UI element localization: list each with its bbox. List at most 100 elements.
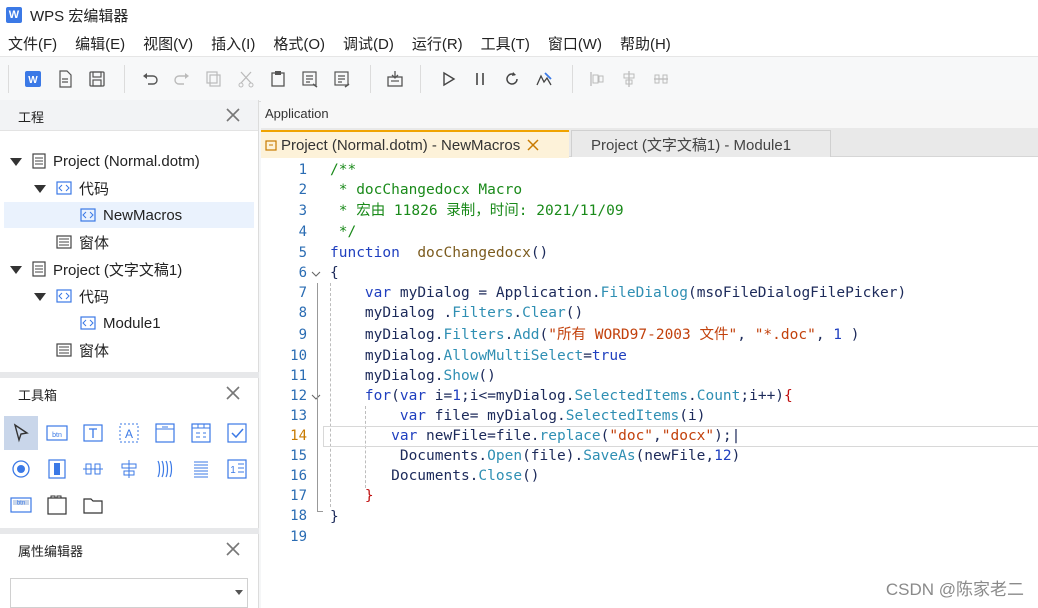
fold-guide-end xyxy=(317,511,323,512)
image-tool[interactable] xyxy=(150,454,180,484)
menu-view[interactable]: 视图(V) xyxy=(143,33,193,54)
code-line: for(var i=1;i<=myDialog.SelectedItems.Co… xyxy=(364,388,793,404)
project-panel: 工程 Project (Normal.dotm) 代码 NewMacros 窗体 xyxy=(0,100,259,372)
tab-label: Project (Normal.dotm) - NewMacros xyxy=(281,136,521,154)
menu-run[interactable]: 运行(R) xyxy=(412,33,463,54)
line-number: 4 xyxy=(298,224,307,240)
fold-toggle-icon[interactable] xyxy=(311,264,321,284)
close-icon[interactable] xyxy=(224,540,242,558)
save-button[interactable] xyxy=(86,68,108,90)
menu-help[interactable]: 帮助(H) xyxy=(620,33,671,54)
folder-tool[interactable] xyxy=(78,490,108,520)
expand-arrow-icon[interactable] xyxy=(34,293,46,301)
label-tool[interactable]: A xyxy=(114,418,144,448)
close-tab-icon[interactable] xyxy=(526,138,540,152)
panel-splitter[interactable] xyxy=(0,528,259,534)
expand-arrow-icon[interactable] xyxy=(34,185,46,193)
code-line: } xyxy=(330,509,339,525)
option-button-tool[interactable] xyxy=(6,454,36,484)
tree-item-module1[interactable]: Module1 xyxy=(80,310,161,336)
design-mode-button[interactable] xyxy=(533,68,555,90)
uncomment-block-icon xyxy=(334,71,350,88)
scrollbar-tool[interactable] xyxy=(42,454,72,484)
import-button[interactable] xyxy=(54,68,76,90)
undo-icon xyxy=(143,73,158,85)
run-button[interactable] xyxy=(437,68,459,90)
tree-item-forms-folder[interactable]: 窗体 xyxy=(56,229,109,255)
fold-toggle-icon[interactable] xyxy=(311,387,321,407)
listbox-tool[interactable] xyxy=(186,454,216,484)
checkbox-tool[interactable] xyxy=(222,418,252,448)
align-center-icon xyxy=(623,71,635,87)
copy-button[interactable] xyxy=(203,68,225,90)
code-line: } xyxy=(364,488,374,504)
align-center-button[interactable] xyxy=(618,68,640,90)
code-line: myDialog.Filters.Add("所有 WORD97-2003 文件"… xyxy=(364,327,860,343)
cut-button[interactable] xyxy=(235,68,257,90)
menu-file[interactable]: 文件(F) xyxy=(8,33,57,54)
code-line: var myDialog = Application.FileDialog(ms… xyxy=(364,285,907,301)
reset-button[interactable] xyxy=(501,68,523,90)
code-line: { xyxy=(330,265,339,281)
panel-splitter[interactable] xyxy=(0,372,259,378)
project-icon xyxy=(32,153,46,169)
menu-format[interactable]: 格式(O) xyxy=(273,33,325,54)
editor-tabs: Project (Normal.dotm) - NewMacros Projec… xyxy=(261,128,1038,158)
align-distribute-button[interactable] xyxy=(650,68,672,90)
expand-arrow-icon[interactable] xyxy=(10,266,22,274)
pause-icon xyxy=(476,73,484,85)
comment-button[interactable] xyxy=(299,68,321,90)
object-select-dropdown[interactable] xyxy=(10,578,248,608)
menu-edit[interactable]: 编辑(E) xyxy=(75,33,125,54)
command-button-tool[interactable]: btn xyxy=(42,418,72,448)
multipage-tool[interactable] xyxy=(186,418,216,448)
tree-item-forms-folder[interactable]: 窗体 xyxy=(56,337,109,363)
spin-button-tool[interactable] xyxy=(78,454,108,484)
uncomment-button[interactable] xyxy=(331,68,353,90)
radio-button-icon xyxy=(12,460,30,478)
button-tool[interactable]: btn xyxy=(6,490,36,520)
pause-button[interactable] xyxy=(469,68,491,90)
menu-window[interactable]: 窗口(W) xyxy=(548,33,602,54)
tabstrip-tool[interactable] xyxy=(42,490,72,520)
tree-item-newmacros[interactable]: NewMacros xyxy=(80,202,182,228)
line-number: 15 xyxy=(290,448,307,464)
module-icon xyxy=(265,140,277,151)
list-icon: 1 xyxy=(227,459,247,479)
textbox-tool[interactable] xyxy=(78,418,108,448)
expand-arrow-icon[interactable] xyxy=(10,158,22,166)
svg-text:W: W xyxy=(28,75,38,86)
align-left-button[interactable] xyxy=(586,68,608,90)
toggle-button-tool[interactable] xyxy=(114,454,144,484)
pointer-tool[interactable] xyxy=(4,416,38,450)
tab-newmacros[interactable]: Project (Normal.dotm) - NewMacros xyxy=(261,130,569,158)
close-icon[interactable] xyxy=(224,384,242,402)
code-line: * 宏由 11826 录制，时间: 2021/11/09 xyxy=(330,203,624,219)
tree-item-code-folder[interactable]: 代码 xyxy=(56,175,109,201)
application-bar: Application xyxy=(261,100,1038,128)
line-number: 13 xyxy=(290,408,307,424)
combobox-tool[interactable]: 1 xyxy=(222,454,252,484)
paste-button[interactable] xyxy=(267,68,289,90)
menu-insert[interactable]: 插入(I) xyxy=(211,33,255,54)
tree-item-code-folder[interactable]: 代码 xyxy=(56,283,109,309)
tree-item-label: Project (文字文稿1) xyxy=(53,261,183,279)
tab-module1[interactable]: Project (文字文稿1) - Module1 xyxy=(571,130,831,157)
wps-document-button[interactable]: W xyxy=(22,68,44,90)
insert-form-button[interactable] xyxy=(384,68,406,90)
line-number: 18 xyxy=(290,508,307,524)
redo-button[interactable] xyxy=(171,68,193,90)
menu-debug[interactable]: 调试(D) xyxy=(343,33,394,54)
close-icon[interactable] xyxy=(224,106,242,124)
tree-item-label: Module1 xyxy=(103,314,161,332)
label-icon: A xyxy=(119,423,139,443)
line-number: 16 xyxy=(290,468,307,484)
menu-tools[interactable]: 工具(T) xyxy=(481,33,530,54)
frame-tool[interactable] xyxy=(150,418,180,448)
code-line: function docChangedocx() xyxy=(330,245,549,261)
lines-icon xyxy=(194,461,208,478)
undo-button[interactable] xyxy=(139,68,161,90)
tree-item-project-normal[interactable]: Project (Normal.dotm) xyxy=(32,148,200,174)
tree-item-project-doc1[interactable]: Project (文字文稿1) xyxy=(32,256,182,282)
align-left-icon xyxy=(590,72,604,86)
